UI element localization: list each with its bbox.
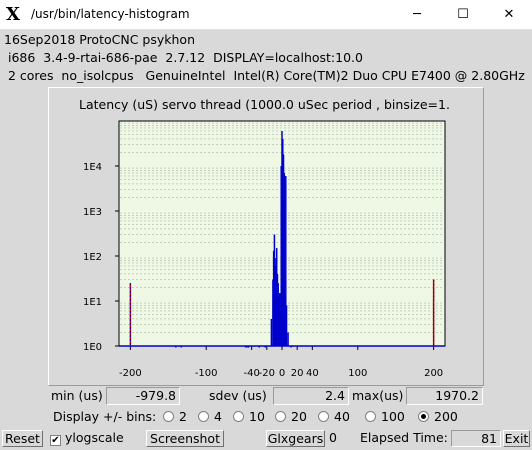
x-tick-label: -200 xyxy=(119,368,142,379)
x-tick-label: 20 xyxy=(291,368,304,379)
elapsed-label: Elapsed Time: xyxy=(360,430,448,445)
reset-button[interactable]: Reset xyxy=(2,430,43,447)
histogram-bar xyxy=(247,346,250,348)
histogram-bar xyxy=(258,346,261,348)
y-tick-label: 1E1 xyxy=(83,297,102,308)
histogram-bar xyxy=(175,346,177,348)
x-tick-label: -20 xyxy=(259,368,275,379)
y-tick-label: 1E0 xyxy=(83,342,102,353)
sdev-label: sdev (us) xyxy=(209,388,267,403)
histogram-bar xyxy=(285,305,288,346)
x-tick-label: 100 xyxy=(348,368,367,379)
radio-circle-icon xyxy=(318,411,329,422)
bins-radio-10[interactable]: 10 xyxy=(233,409,265,424)
bins-radio-40[interactable]: 40 xyxy=(318,409,350,424)
radio-circle-icon xyxy=(198,411,209,422)
glxgears-count: 0 xyxy=(329,430,337,445)
latency-histogram-chart: 1E01E11E21E31E4-200 -100 -40-20 0 20 40 100 200 xyxy=(83,120,446,379)
elapsed-value: 81 xyxy=(451,430,501,447)
histogram-bar xyxy=(244,346,247,348)
x-tick-label: 200 xyxy=(424,368,443,379)
histogram-bar xyxy=(264,346,267,348)
radio-circle-icon xyxy=(275,411,286,422)
bins-radio-200[interactable]: 200 xyxy=(418,409,458,424)
y-tick-label: 1E2 xyxy=(83,252,102,263)
bins-radio-20[interactable]: 20 xyxy=(275,409,307,424)
x-tick-label: 40 xyxy=(306,368,319,379)
exit-button[interactable]: Exit xyxy=(503,430,530,447)
screenshot-button[interactable]: Screenshot xyxy=(146,430,224,447)
min-value: -979.8 xyxy=(106,387,180,405)
histogram-bar xyxy=(287,332,289,346)
bins-radio-4[interactable]: 4 xyxy=(198,409,222,424)
radio-circle-icon xyxy=(163,411,174,422)
min-label: min (us) xyxy=(51,388,103,403)
x-tick-label: 0 xyxy=(279,368,285,379)
sdev-value: 2.4 xyxy=(273,387,349,405)
bins-label: Display +/- bins: xyxy=(53,409,157,424)
max-label: max(us) xyxy=(352,388,404,403)
y-tick-label: 1E4 xyxy=(83,162,102,173)
y-tick-label: 1E3 xyxy=(83,207,102,218)
histogram-bar xyxy=(270,318,273,346)
histogram-bar xyxy=(180,346,182,348)
radio-circle-icon xyxy=(365,411,376,422)
x-tick-label: -100 xyxy=(195,368,218,379)
histogram-bar xyxy=(246,346,248,348)
radio-selected-icon xyxy=(418,411,429,422)
radio-circle-icon xyxy=(233,411,244,422)
histogram-bar xyxy=(290,346,292,348)
checkmark-icon: ✔ xyxy=(50,435,61,446)
x-tick-label: -40 xyxy=(244,368,260,379)
bins-radio-2[interactable]: 2 xyxy=(163,409,187,424)
max-value: 1970.2 xyxy=(406,387,483,405)
ylogscale-checkbox[interactable]: ✔ ylogscale xyxy=(50,430,124,447)
glxgears-button[interactable]: Glxgears xyxy=(266,430,325,447)
bins-radio-100[interactable]: 100 xyxy=(365,409,405,424)
